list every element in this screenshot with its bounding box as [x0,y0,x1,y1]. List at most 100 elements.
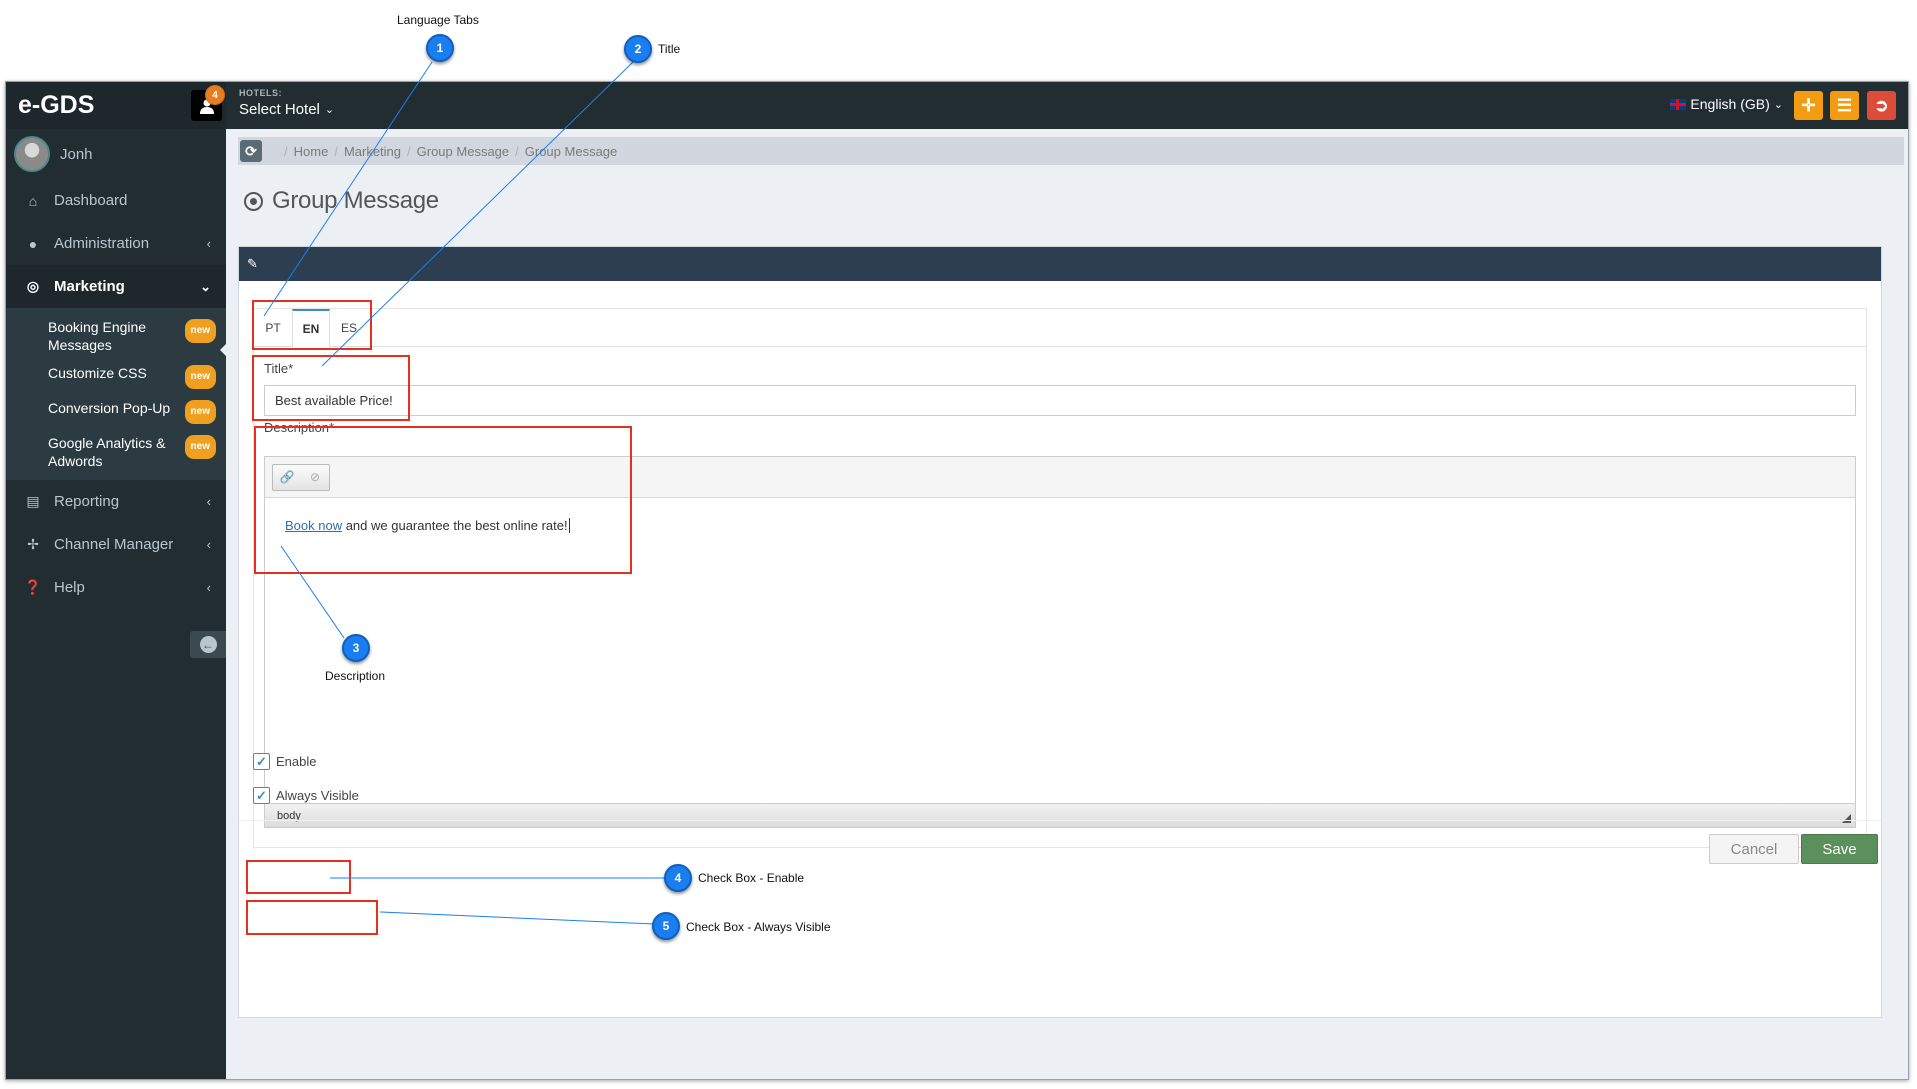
form-header: ✎ [239,247,1881,281]
fullscreen-button[interactable]: ✛ [1794,91,1823,120]
logout-button[interactable]: ➲ [1867,91,1896,120]
sidebar: Jonh ⌂ Dashboard ● Administration ‹ ◎ Ma… [6,129,227,1079]
language-tab-panel: PT EN ES Title* Best available Price! De… [253,308,1867,848]
sidebar-item-label: Marketing [54,278,125,295]
breadcrumb-separator: / [284,143,288,159]
annotation-marker-3: 3 [342,634,370,662]
cancel-button[interactable]: Cancel [1709,834,1799,864]
expand-icon: ✛ [1801,95,1816,115]
submenu-item-conversion-popup[interactable]: Conversion Pop-Up new [6,393,226,428]
user-name: Jonh [60,145,93,163]
sign-out-icon: ➲ [1874,95,1889,115]
save-button[interactable]: Save [1801,834,1878,864]
chevron-left-icon: ‹ [206,537,211,552]
breadcrumb-home[interactable]: Home [294,144,329,159]
sidebar-item-reporting[interactable]: ▤ Reporting ‹ [6,480,226,523]
annotation-label-language-tabs: Language Tabs [397,13,479,27]
sidebar-item-administration[interactable]: ● Administration ‹ [6,222,226,265]
chevron-left-icon: ‹ [206,494,211,509]
highlight-always-visible [246,900,378,935]
submenu-item-label: Conversion Pop-Up [48,400,171,416]
breadcrumb-marketing[interactable]: Marketing [344,144,401,159]
target-icon [244,191,263,211]
bar-chart-icon: ▤ [26,493,40,509]
hotel-selector[interactable]: HOTELS: Select Hotel ⌄ [239,88,334,118]
sidebar-item-label: Help [54,579,85,596]
always-visible-checkbox-row[interactable]: ✓ Always Visible [253,787,359,804]
highlight-title [252,355,410,421]
sidebar-item-channel-manager[interactable]: ✢ Channel Manager ‹ [6,523,226,566]
language-tabs: PT EN ES [254,309,1866,348]
arrows-icon: ✢ [27,536,39,552]
hotel-label: HOTELS: [239,88,282,98]
language-value: English (GB) [1690,96,1770,112]
chevron-left-icon: ‹ [206,236,211,251]
submenu-item-customize-css[interactable]: Customize CSS new [6,358,226,393]
submenu-item-google-analytics[interactable]: Google Analytics & Adwords new [6,428,226,474]
breadcrumb-separator: / [334,143,338,159]
sidebar-item-help[interactable]: ❓ Help ‹ [6,566,226,609]
resize-handle-icon[interactable] [1842,814,1851,823]
chevron-down-icon: ⌄ [1773,98,1783,111]
new-badge: new [184,400,216,424]
enable-label: Enable [276,754,317,769]
annotation-label-title: Title [658,42,681,56]
highlight-enable [246,860,351,894]
refresh-icon: ⟳ [245,142,257,159]
target-icon: ◎ [26,278,40,294]
top-navbar: e-GDS 4 HOTELS: Select Hotel ⌄ English (… [6,82,1908,129]
sidebar-item-label: Channel Manager [54,536,174,553]
sidebar-item-label: Dashboard [54,192,128,209]
title-input[interactable]: Best available Price! [264,385,1856,416]
group-message-form: ✎ PT EN ES Title* Best available Price! … [238,246,1882,1018]
always-visible-checkbox[interactable]: ✓ [253,787,270,804]
language-selector[interactable]: English (GB) ⌄ [1670,96,1783,112]
menu-button[interactable]: ☰ [1830,91,1859,120]
submenu-item-booking-engine-messages[interactable]: Booking Engine Messages new [6,312,226,358]
notification-count-badge: 4 [205,85,225,105]
new-badge: new [184,435,216,459]
annotation-label-enable: Check Box - Enable [698,871,805,885]
sidebar-user-panel: Jonh [6,129,226,179]
sidebar-item-dashboard[interactable]: ⌂ Dashboard [6,179,226,222]
sidebar-item-marketing[interactable]: ◎ Marketing ⌄ [6,265,226,308]
annotation-marker-2: 2 [624,35,652,63]
annotation-marker-4: 4 [664,864,692,892]
sidebar-collapse-button[interactable]: ← [190,631,226,658]
annotation-label-description: Description [325,669,386,683]
chevron-left-icon: ‹ [206,580,211,595]
chevron-down-icon: ⌄ [200,278,211,294]
enable-checkbox[interactable]: ✓ [253,753,270,770]
question-icon: ❓ [24,579,42,595]
enable-checkbox-row[interactable]: ✓ Enable [253,753,316,770]
breadcrumb-separator: / [515,143,519,159]
help-screenshot: e-GDS 4 HOTELS: Select Hotel ⌄ English (… [0,0,1917,1089]
submenu-item-label: Booking Engine Messages [48,319,147,353]
arrow-left-circle-icon: ← [199,636,217,653]
annotation-marker-1: 1 [426,34,454,62]
always-visible-label: Always Visible [276,788,359,803]
user-icon: ● [28,235,38,252]
sidebar-item-label: Administration [54,235,150,252]
annotation-marker-5: 5 [652,912,680,940]
uk-flag-icon [1670,98,1687,110]
submenu-item-label: Customize CSS [48,365,147,381]
refresh-button[interactable]: ⟳ [240,140,262,162]
form-footer-divider [239,820,1881,821]
hotel-select-value[interactable]: Select Hotel [239,101,320,118]
chevron-down-icon: ⌄ [324,104,335,116]
breadcrumb: ⟳ / Home / Marketing / Group Message / G… [238,137,1904,165]
avatar [14,136,50,172]
submenu-item-label: Google Analytics & Adwords [48,435,166,469]
home-icon: ⌂ [28,192,38,209]
editor-status-bar: body [265,803,1855,827]
page-title-text: Group Message [272,187,439,214]
breadcrumb-group-message[interactable]: Group Message [417,144,510,159]
highlight-language-tabs [252,300,372,350]
new-badge: new [184,319,216,343]
breadcrumb-current: Group Message [524,143,618,159]
highlight-description [254,426,632,574]
hamburger-icon: ☰ [1836,95,1853,115]
breadcrumb-separator: / [407,143,411,159]
sidebar-item-label: Reporting [54,493,120,510]
